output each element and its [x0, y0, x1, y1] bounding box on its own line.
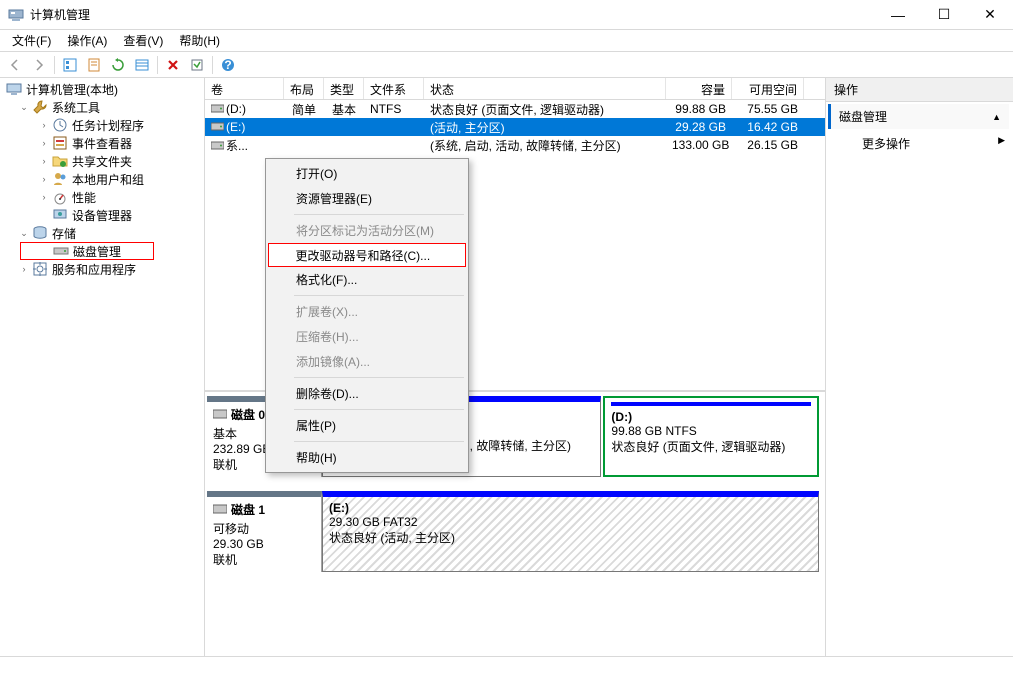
col-volume[interactable]: 卷 [205, 78, 284, 99]
table-row[interactable]: (E:) (活动, 主分区) 29.28 GB 16.42 GB [205, 118, 825, 136]
disk-hw-icon [213, 408, 227, 422]
partition-e[interactable]: (E:) 29.30 GB FAT32 状态良好 (活动, 主分区) [322, 491, 819, 572]
expander-icon[interactable]: › [38, 191, 50, 203]
tree-pane: 计算机管理(本地) ⌄ 系统工具 › 任务计划程序 › 事件查看器 › 共享文件… [0, 78, 205, 656]
context-menu: 打开(O) 资源管理器(E) 将分区标记为活动分区(M) 更改驱动器号和路径(C… [265, 158, 469, 473]
menu-help[interactable]: 帮助(H) [268, 445, 466, 470]
expander-icon[interactable]: › [38, 173, 50, 185]
device-icon [52, 207, 68, 223]
tree-event-viewer[interactable]: › 事件查看器 [0, 134, 204, 152]
caret-up-icon: ▲ [992, 112, 1001, 122]
col-layout[interactable]: 布局 [284, 78, 324, 99]
perf-icon [52, 189, 68, 205]
expander-icon[interactable]: ⌄ [18, 227, 30, 239]
services-icon [32, 261, 48, 277]
expander-icon[interactable]: › [38, 119, 50, 131]
action-header: 操作 [826, 78, 1013, 102]
status-bar [0, 656, 1013, 678]
refresh-button[interactable] [107, 54, 129, 76]
tree-performance[interactable]: › 性能 [0, 188, 204, 206]
volume-header: 卷 布局 类型 文件系统 状态 容量 可用空间 [205, 78, 825, 100]
show-hide-tree-button[interactable] [59, 54, 81, 76]
properties-button[interactable] [83, 54, 105, 76]
caret-right-icon: ▶ [998, 135, 1005, 146]
svg-text:?: ? [224, 58, 231, 72]
forward-button[interactable] [28, 54, 50, 76]
disk-hw-icon [213, 503, 227, 517]
disk-icon [53, 243, 69, 259]
menu-explorer[interactable]: 资源管理器(E) [268, 186, 466, 211]
expander-icon[interactable]: › [38, 155, 50, 167]
partition-d[interactable]: (D:) 99.88 GB NTFS 状态良好 (页面文件, 逻辑驱动器) [603, 396, 819, 477]
disk-info: 磁盘 1 可移动 29.30 GB 联机 [207, 491, 322, 572]
back-button[interactable] [4, 54, 26, 76]
menu-file[interactable]: 文件(F) [4, 30, 59, 51]
users-icon [52, 171, 68, 187]
col-filesystem[interactable]: 文件系统 [364, 78, 424, 99]
titlebar: 计算机管理 — ☐ ✕ [0, 0, 1013, 30]
delete-button[interactable] [162, 54, 184, 76]
volume-icon [211, 103, 224, 114]
expander-icon[interactable]: ⌄ [18, 101, 30, 113]
storage-icon [32, 225, 48, 241]
maximize-button[interactable]: ☐ [921, 0, 967, 30]
tree-root[interactable]: 计算机管理(本地) [0, 80, 204, 98]
main-content: 计算机管理(本地) ⌄ 系统工具 › 任务计划程序 › 事件查看器 › 共享文件… [0, 78, 1013, 656]
menu-help[interactable]: 帮助(H) [171, 30, 228, 51]
toolbar: ? [0, 52, 1013, 78]
tree-local-users[interactable]: › 本地用户和组 [0, 170, 204, 188]
app-icon [8, 7, 24, 23]
tree-systools[interactable]: ⌄ 系统工具 [0, 98, 204, 116]
menu-view[interactable]: 查看(V) [115, 30, 171, 51]
close-button[interactable]: ✕ [967, 0, 1013, 30]
folder-share-icon [52, 153, 68, 169]
table-row[interactable]: 系... (系统, 启动, 活动, 故障转储, 主分区) 133.00 GB 2… [205, 136, 825, 154]
minimize-button[interactable]: — [875, 0, 921, 30]
menu-extend: 扩展卷(X)... [268, 299, 466, 324]
col-capacity[interactable]: 容量 [666, 78, 732, 99]
menu-properties[interactable]: 属性(P) [268, 413, 466, 438]
action-pane: 操作 磁盘管理 ▲ 更多操作 ▶ [825, 78, 1013, 656]
menu-shrink: 压缩卷(H)... [268, 324, 466, 349]
tree-shared-folders[interactable]: › 共享文件夹 [0, 152, 204, 170]
menu-format[interactable]: 格式化(F)... [268, 267, 466, 292]
event-icon [52, 135, 68, 151]
disk-block-1[interactable]: 磁盘 1 可移动 29.30 GB 联机 (E:) 29.30 GB FAT32… [207, 491, 821, 572]
computer-icon [6, 81, 22, 97]
clock-icon [52, 117, 68, 133]
properties-button-2[interactable] [186, 54, 208, 76]
table-row[interactable]: (D:) 简单 基本 NTFS 状态良好 (页面文件, 逻辑驱动器) 99.88… [205, 100, 825, 118]
help-button[interactable]: ? [217, 54, 239, 76]
menu-mark-active: 将分区标记为活动分区(M) [268, 218, 466, 243]
col-type[interactable]: 类型 [324, 78, 364, 99]
menu-mirror: 添加镜像(A)... [268, 349, 466, 374]
expander-icon[interactable]: › [38, 137, 50, 149]
menu-change-drive-letter[interactable]: 更改驱动器号和路径(C)... [268, 243, 466, 267]
tree-disk-management[interactable]: › 磁盘管理 [20, 242, 154, 260]
window-title: 计算机管理 [30, 6, 875, 23]
menubar: 文件(F) 操作(A) 查看(V) 帮助(H) [0, 30, 1013, 52]
action-section-diskmgr[interactable]: 磁盘管理 ▲ [828, 104, 1009, 129]
wrench-icon [32, 99, 48, 115]
menu-delete[interactable]: 删除卷(D)... [268, 381, 466, 406]
col-free[interactable]: 可用空间 [732, 78, 804, 99]
tree-services[interactable]: › 服务和应用程序 [0, 260, 204, 278]
volume-icon [211, 140, 224, 151]
menu-open[interactable]: 打开(O) [268, 161, 466, 186]
tree-storage[interactable]: ⌄ 存储 [0, 224, 204, 242]
col-status[interactable]: 状态 [424, 78, 666, 99]
action-more[interactable]: 更多操作 ▶ [826, 131, 1013, 156]
tree-task-scheduler[interactable]: › 任务计划程序 [0, 116, 204, 134]
volume-icon [211, 121, 224, 132]
list-button[interactable] [131, 54, 153, 76]
expander-icon[interactable]: › [18, 263, 30, 275]
tree-device-manager[interactable]: › 设备管理器 [0, 206, 204, 224]
menu-action[interactable]: 操作(A) [59, 30, 115, 51]
